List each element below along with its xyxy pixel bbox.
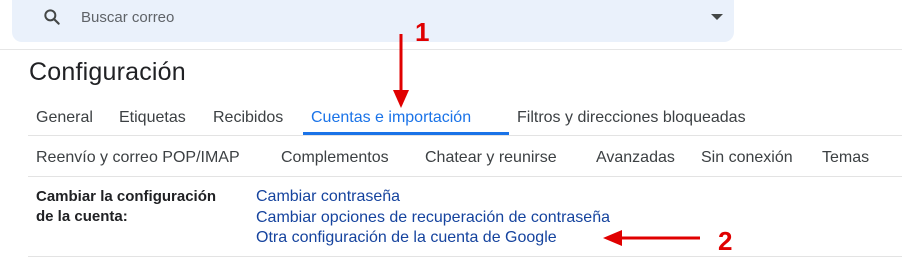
- arrow-down-annotation: [393, 34, 409, 108]
- annotation-arrows: [393, 34, 700, 246]
- arrow-left-annotation: [603, 230, 700, 246]
- annotation-number-1: 1: [415, 17, 430, 47]
- annotation-number-2: 2: [718, 226, 733, 256]
